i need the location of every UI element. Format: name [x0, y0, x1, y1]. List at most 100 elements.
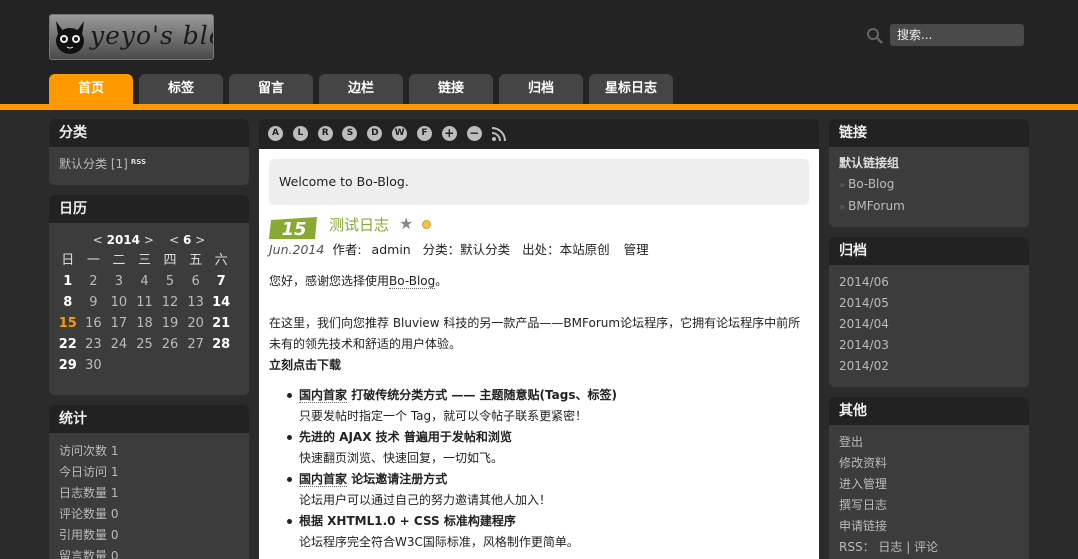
next-month-button[interactable]: > — [195, 233, 205, 247]
logo-text: yeyo's blog — [90, 21, 213, 50]
calendar-day[interactable]: 21 — [208, 313, 234, 334]
expand-icon[interactable]: + — [441, 126, 457, 141]
weekday-wed: 三 — [137, 253, 151, 268]
post-area: Welcome to Bo-Blog. 15 测试日志 ★ Jun.2014 作者… — [259, 149, 819, 559]
post-category-link[interactable]: 默认分类 — [460, 242, 510, 257]
list-item: 根据 XHTML1.0 + CSS 标准构建程序 论坛程序完全符合W3C国际标准… — [287, 511, 809, 553]
feature-link[interactable]: 国内首家 — [299, 388, 348, 403]
feature-link[interactable]: 国内首家 — [299, 472, 348, 487]
calendar-day[interactable]: 7 — [208, 271, 234, 292]
toolbar-button-r[interactable]: R — [317, 126, 333, 141]
post-header: 15 测试日志 ★ — [269, 214, 809, 241]
logout-link[interactable]: 登出 — [839, 432, 1019, 453]
link-item-bmforum[interactable]: » BMForum — [839, 196, 1019, 218]
nav-tab-links[interactable]: 链接 — [409, 74, 493, 104]
admin-link[interactable]: 进入管理 — [839, 474, 1019, 495]
calendar-day: 17 — [110, 316, 128, 331]
weekday-sun: 日 — [61, 253, 75, 268]
post-title[interactable]: 测试日志 — [329, 215, 389, 235]
nav-tab-tags[interactable]: 标签 — [139, 74, 223, 104]
write-post-link[interactable]: 撰写日志 — [839, 495, 1019, 516]
links-box: 链接 默认链接组 » Bo-Blog » BMForum — [829, 119, 1029, 227]
archive-title: 归档 — [829, 237, 1029, 265]
next-year-button[interactable]: > — [144, 233, 154, 247]
post-manage-link[interactable]: 管理 — [624, 242, 649, 257]
nav-tab-archive[interactable]: 归档 — [499, 74, 583, 104]
nav-tab-guestbook[interactable]: 留言 — [229, 74, 313, 104]
rss-comments-link[interactable]: 评论 — [914, 540, 938, 554]
calendar-day[interactable]: 22 — [55, 334, 81, 355]
calendar-day-today[interactable]: 15 — [55, 313, 81, 334]
calendar-day: 26 — [161, 337, 179, 352]
calendar-day: 19 — [161, 316, 179, 331]
rss-posts-link[interactable]: 日志 — [878, 540, 902, 554]
calendar-day[interactable]: 1 — [55, 271, 81, 292]
nav-tab-sidebar[interactable]: 边栏 — [319, 74, 403, 104]
post-body: 您好，感谢您选择使用Bo-Blog。 在这里，我们向您推荐 Bluview 科技… — [269, 271, 809, 553]
bo-blog-link[interactable]: Bo-Blog — [389, 274, 436, 289]
feature-list: 国内首家 打破传统分类方式 —— 主题随意贴(Tags、标签) 只要发帖时指定一… — [287, 385, 809, 553]
rss-row: RSS： 日志 | 评论 — [839, 537, 1019, 558]
calendar-day[interactable]: 8 — [55, 292, 81, 313]
category-item[interactable]: 默认分类 [1] — [59, 157, 128, 171]
calendar-day: 18 — [136, 316, 153, 331]
calendar-day: 27 — [187, 337, 204, 352]
star-icon[interactable]: ★ — [399, 214, 413, 233]
prev-year-button[interactable]: < — [93, 233, 103, 247]
weekday-thu: 四 — [163, 253, 177, 268]
post-meta: Jun.2014 作者: admin 分类：默认分类 出处：本站原创 管理 — [269, 241, 809, 258]
collapse-icon[interactable]: − — [466, 126, 482, 141]
welcome-message: Welcome to Bo-Blog. — [269, 159, 809, 205]
search-input[interactable] — [890, 24, 1024, 46]
rss-label: RSS： — [839, 540, 875, 554]
calendar-day[interactable]: 29 — [55, 355, 81, 376]
archive-box: 归档 2014/06 2014/05 2014/04 2014/03 2014/… — [829, 237, 1029, 387]
toolbar-button-l[interactable]: L — [292, 126, 308, 141]
list-item: 先进的 AJAX 技术 普遍用于发帖和浏览 快速翻页浏览、快速回复，一切如飞。 — [287, 427, 809, 469]
toolbar-button-s[interactable]: S — [342, 126, 358, 141]
category-rss-link[interactable]: RSS — [131, 158, 146, 166]
link-label: BMForum — [848, 199, 905, 213]
toolbar-button-a[interactable]: A — [268, 126, 283, 141]
nav-tab-starred[interactable]: 星标日志 — [589, 74, 673, 104]
nav-accent-bar — [0, 104, 1078, 110]
toolbar-button-f[interactable]: F — [416, 126, 432, 141]
link-group-title: 默认链接组 — [839, 156, 900, 170]
calendar-day — [208, 355, 234, 376]
double-chevron-icon: » — [839, 202, 846, 213]
toolbar-button-d[interactable]: D — [367, 126, 383, 141]
archive-item[interactable]: 2014/02 — [839, 356, 1019, 377]
header: yeyo's blog 首页 标签 留言 边栏 链接 归档 星标日志 — [0, 0, 1078, 110]
stat-comments: 评论数量 0 — [59, 507, 119, 521]
calendar-day[interactable]: 14 — [208, 292, 234, 313]
prev-month-button[interactable]: < — [169, 233, 179, 247]
feature-desc: 论坛程序完全符合W3C国际标准，风格制作更简单。 — [299, 535, 579, 549]
search-icon[interactable] — [866, 27, 884, 45]
calendar-year: 2014 — [106, 233, 140, 247]
blog-logo[interactable]: yeyo's blog — [49, 14, 214, 60]
apply-link-link[interactable]: 申请链接 — [839, 516, 1019, 537]
archive-item[interactable]: 2014/05 — [839, 293, 1019, 314]
rss-feed-icon[interactable] — [491, 126, 507, 142]
post-date: Jun.2014 — [269, 242, 325, 257]
calendar-day: 3 — [114, 274, 124, 289]
calendar-day — [183, 355, 209, 376]
post-author-link[interactable]: admin — [372, 242, 411, 257]
thanks-text: 您好，感谢您选择使用 — [269, 274, 390, 288]
download-link[interactable]: 立刻点击下载 — [269, 355, 809, 376]
stats-box: 统计 访问次数 1 今日访问 1 日志数量 1 评论数量 0 引用数量 0 留言… — [49, 405, 249, 559]
weekday-tue: 二 — [112, 253, 126, 268]
archive-item[interactable]: 2014/06 — [839, 272, 1019, 293]
toolbar-button-w[interactable]: W — [392, 126, 408, 141]
calendar-title: 日历 — [49, 195, 249, 223]
nav-tab-home[interactable]: 首页 — [49, 74, 133, 104]
calendar-day[interactable]: 28 — [208, 334, 234, 355]
edit-profile-link[interactable]: 修改资料 — [839, 453, 1019, 474]
categories-title: 分类 — [49, 119, 249, 147]
archive-item[interactable]: 2014/03 — [839, 335, 1019, 356]
calendar-grid: 日 一 二 三 四 五 六 1 2 3 4 5 6 7 8 9 10 11 12… — [55, 250, 234, 376]
calendar-day: 30 — [85, 358, 102, 373]
post-source-label: 出处： — [522, 242, 560, 257]
link-item-bo-blog[interactable]: » Bo-Blog — [839, 174, 1019, 196]
archive-item[interactable]: 2014/04 — [839, 314, 1019, 335]
